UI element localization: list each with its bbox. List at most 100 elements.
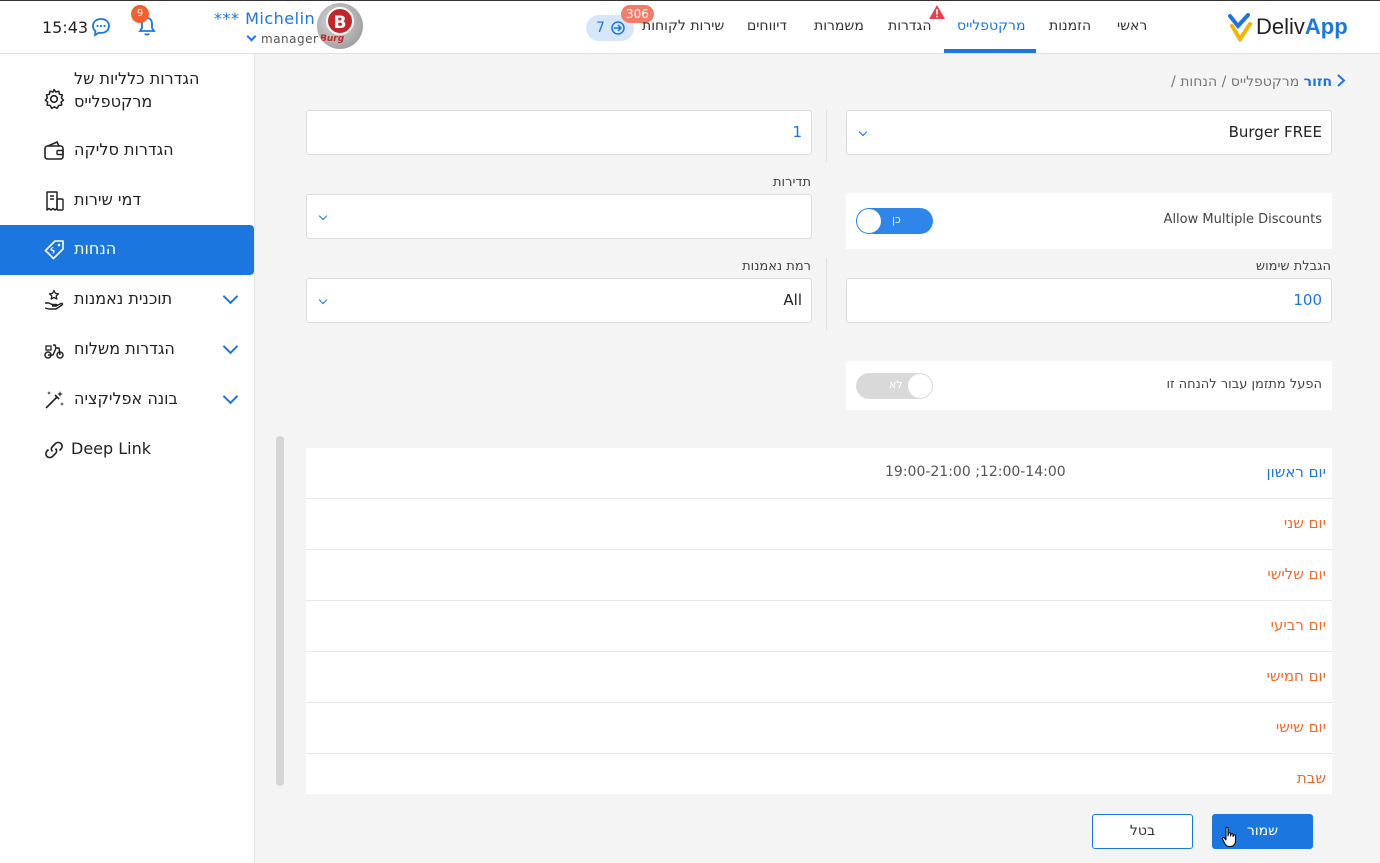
chevron-down-icon bbox=[318, 211, 328, 221]
chevron-down-icon bbox=[318, 295, 328, 305]
notification-badge: 9 bbox=[131, 5, 149, 23]
back-label: חזור bbox=[1303, 74, 1333, 90]
loyalty-level-select[interactable]: All bbox=[306, 278, 812, 323]
nav-home[interactable]: ראשי bbox=[1117, 18, 1147, 34]
top-bar: 15:43 9 *** Michelin manager B Burg 7 30… bbox=[0, 0, 1380, 54]
loyalty-level-label: רמת נאמנות bbox=[742, 259, 811, 274]
cancel-button[interactable]: בטל bbox=[1092, 814, 1193, 849]
breadcrumb: חזור מרקטפלייס / הנחות / bbox=[1171, 73, 1346, 90]
scheduler-label: הפעל מתזמן עבור להנחה זו bbox=[1166, 377, 1322, 392]
user-role-label: manager bbox=[261, 32, 319, 46]
logo-icon bbox=[1228, 13, 1252, 42]
discount-tag-icon bbox=[44, 240, 64, 260]
schedule-table: 19:00-21:00 ;12:00-14:00 יום ראשון יום ש… bbox=[306, 448, 1332, 794]
back-link[interactable]: חזור bbox=[1304, 74, 1346, 90]
divider bbox=[826, 258, 827, 330]
user-name[interactable]: *** Michelin bbox=[214, 9, 315, 28]
number-input[interactable]: 1 bbox=[306, 110, 812, 155]
schedule-day: יום ראשון bbox=[1266, 463, 1326, 481]
schedule-row[interactable]: שבת bbox=[306, 754, 1332, 794]
usage-limit-label: הגבלת שימוש bbox=[1255, 259, 1331, 274]
link-icon bbox=[45, 441, 63, 459]
divider bbox=[826, 110, 827, 163]
schedule-hours: 19:00-21:00 ;12:00-14:00 bbox=[885, 464, 1066, 480]
logo-prefix: Deliv bbox=[1256, 14, 1305, 39]
business-select-value: Burger FREE bbox=[1228, 123, 1322, 141]
toggle-knob bbox=[857, 209, 881, 233]
gear-icon bbox=[44, 88, 65, 110]
scrollbar[interactable] bbox=[276, 436, 284, 786]
schedule-row[interactable]: יום שישי bbox=[306, 703, 1332, 754]
sidebar-item-deep-link[interactable]: Deep Link bbox=[0, 425, 254, 475]
sidebar-item-general-settings[interactable]: הגדרות כלליות של מרקטפלייס bbox=[0, 64, 254, 126]
usage-limit-value: 100 bbox=[1293, 291, 1322, 309]
nav-reports[interactable]: דיווחים bbox=[747, 18, 787, 34]
clock: 15:43 bbox=[42, 18, 89, 37]
magic-wand-icon bbox=[45, 391, 64, 409]
logout-icon bbox=[611, 21, 625, 35]
sidebar-item-label: הגדרות סליקה bbox=[74, 140, 174, 159]
nav-shifts[interactable]: משמרות bbox=[814, 18, 864, 34]
usage-limit-input[interactable]: 100 bbox=[846, 278, 1332, 323]
sidebar-item-discounts[interactable]: הנחות bbox=[0, 225, 254, 275]
allow-multiple-discounts-row: כן Allow Multiple Discounts bbox=[846, 193, 1332, 249]
loyalty-hand-icon bbox=[44, 289, 64, 310]
avatar-letter: B bbox=[326, 7, 354, 35]
receipt-icon bbox=[46, 191, 64, 211]
sidebar-item-app-builder[interactable]: בונה אפליקציה bbox=[0, 375, 254, 425]
toggle-state: כן bbox=[892, 213, 901, 226]
chat-icon[interactable] bbox=[91, 17, 111, 37]
sidebar-item-label: מרקטפלייס bbox=[74, 92, 153, 111]
sidebar-item-payment-settings[interactable]: הגדרות סליקה bbox=[0, 126, 254, 176]
scooter-icon bbox=[44, 344, 64, 359]
chevron-down-icon[interactable] bbox=[222, 338, 239, 355]
sidebar-item-label: תוכנית נאמנות bbox=[74, 289, 173, 308]
nav-customer-service[interactable]: שירות לקוחות bbox=[642, 18, 724, 34]
breadcrumb-path: מרקטפלייס / הנחות / bbox=[1171, 74, 1300, 90]
toggle-knob bbox=[908, 374, 932, 398]
schedule-day: יום חמישי bbox=[1266, 667, 1327, 685]
sidebar-item-label: הנחות bbox=[74, 239, 117, 258]
logo-suffix: App bbox=[1304, 14, 1348, 39]
scheduler-row: לא הפעל מתזמן עבור להנחה זו bbox=[846, 361, 1332, 410]
nav-settings[interactable]: הגדרות bbox=[888, 18, 931, 34]
sidebar-item-service-fees[interactable]: דמי שירות bbox=[0, 176, 254, 226]
user-role-dropdown[interactable]: manager bbox=[246, 31, 319, 46]
sidebar-item-delivery-settings[interactable]: הגדרות משלוח bbox=[0, 325, 254, 375]
loyalty-level-value: All bbox=[783, 291, 802, 309]
schedule-row[interactable]: יום שני bbox=[306, 499, 1332, 550]
wallet-icon bbox=[44, 140, 64, 160]
sidebar-item-loyalty[interactable]: תוכנית נאמנות bbox=[0, 275, 254, 325]
chevron-down-icon[interactable] bbox=[222, 388, 239, 405]
nav-marketplace[interactable]: מרקטפלייס bbox=[957, 18, 1025, 34]
number-input-value: 1 bbox=[792, 123, 802, 141]
schedule-day: יום שלישי bbox=[1267, 565, 1326, 583]
chevron-down-icon bbox=[246, 31, 257, 42]
schedule-day: יום שני bbox=[1283, 514, 1326, 532]
chevron-down-icon[interactable] bbox=[222, 288, 239, 305]
schedule-row[interactable]: יום חמישי bbox=[306, 652, 1332, 703]
active-tab-indicator bbox=[944, 49, 1036, 53]
frequency-select[interactable] bbox=[306, 194, 812, 239]
schedule-row[interactable]: יום שלישי bbox=[306, 550, 1332, 601]
nav-orders[interactable]: הזמנות bbox=[1049, 18, 1091, 34]
allow-multiple-discounts-toggle[interactable]: כן bbox=[856, 208, 933, 234]
schedule-row[interactable]: יום רביעי bbox=[306, 601, 1332, 652]
avatar[interactable]: B Burg bbox=[317, 3, 363, 49]
warning-icon bbox=[929, 5, 945, 19]
allow-multiple-discounts-label: Allow Multiple Discounts bbox=[1163, 212, 1322, 227]
chevron-down-icon bbox=[858, 127, 868, 137]
delivapp-logo[interactable]: DelivApp bbox=[1228, 12, 1352, 44]
schedule-row[interactable]: 19:00-21:00 ;12:00-14:00 יום ראשון bbox=[306, 448, 1332, 499]
sidebar-item-label: Deep Link bbox=[71, 439, 152, 458]
sidebar-item-label: דמי שירות bbox=[74, 190, 142, 209]
sidebar-item-label: הגדרות כלליות של bbox=[74, 69, 200, 88]
sidebar: הגדרות כלליות של מרקטפלייס הגדרות סליקה … bbox=[0, 54, 255, 863]
scheduler-toggle[interactable]: לא bbox=[856, 373, 933, 399]
sidebar-item-label: בונה אפליקציה bbox=[74, 389, 178, 408]
sidebar-item-label: הגדרות משלוח bbox=[74, 339, 175, 358]
business-select[interactable]: Burger FREE bbox=[846, 110, 1332, 155]
chevron-right-icon bbox=[1337, 74, 1346, 87]
hand-cursor-icon bbox=[1221, 826, 1237, 848]
schedule-day: יום שישי bbox=[1275, 718, 1326, 736]
